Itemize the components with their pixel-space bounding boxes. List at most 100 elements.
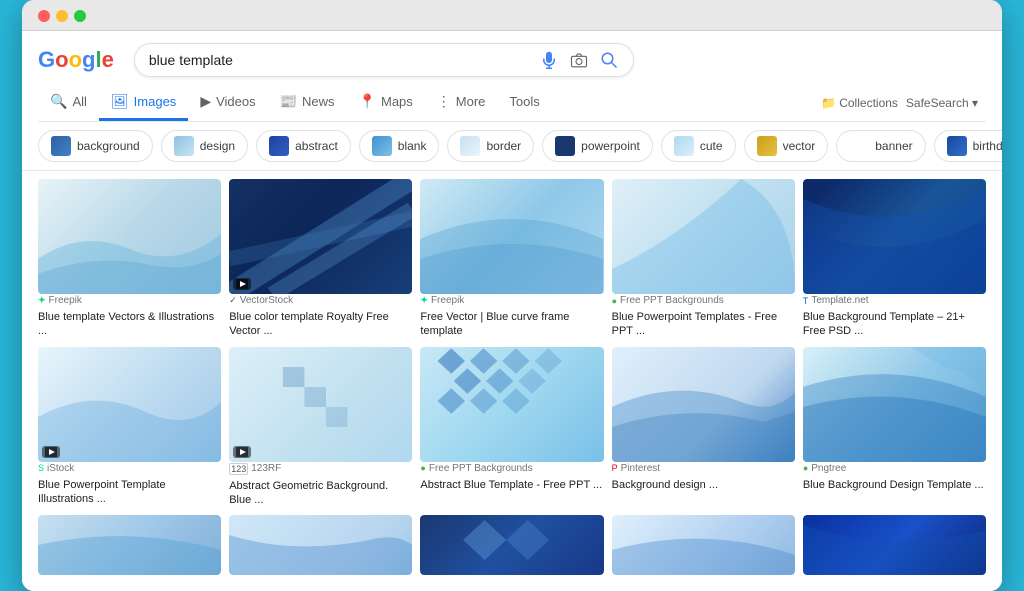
tab-more-label: More: [456, 94, 486, 109]
image-source-5: T Template.net: [803, 295, 986, 306]
image-caption-3: Free Vector | Blue curve frame template: [420, 310, 603, 339]
safesearch-button[interactable]: SafeSearch ▾: [906, 96, 978, 110]
image-thumb-10: [803, 347, 986, 462]
tab-news-label: News: [302, 94, 335, 109]
image-item-11[interactable]: [38, 515, 221, 575]
image-item-4[interactable]: ● Free PPT Backgrounds Blue Powerpoint T…: [612, 179, 795, 339]
image-item-14[interactable]: [612, 515, 795, 575]
image-source-label-4: Free PPT Backgrounds: [620, 295, 724, 306]
image-item-10[interactable]: ● Pngtree Blue Background Design Templat…: [803, 347, 986, 508]
image-source-label-5: Template.net: [811, 295, 868, 306]
chip-abstract-label: abstract: [295, 139, 338, 153]
collections-icon: 📁: [821, 96, 836, 110]
image-thumb-12: [229, 515, 412, 575]
image-source-7: 123 123RF: [229, 463, 412, 475]
nav-tabs: 🔍 All 🖼 Images ▶ Videos 📰 News: [38, 85, 552, 121]
search-input[interactable]: [149, 52, 539, 68]
video-icon-2: [233, 278, 251, 290]
google-header: Google: [22, 31, 1002, 122]
image-thumb-3: [420, 179, 603, 294]
chip-birthday-label: birthday: [973, 139, 1002, 153]
source-icon-6: S: [38, 463, 44, 473]
image-source-1: ✦ Freepik: [38, 295, 221, 306]
image-source-label-3: Freepik: [431, 295, 464, 306]
image-item-7[interactable]: 123 123RF Abstract Geometric Background.…: [229, 347, 412, 508]
chip-cute[interactable]: cute: [661, 130, 736, 162]
image-source-label-2: VectorStock: [240, 295, 293, 306]
image-thumb-6: [38, 347, 221, 462]
image-source-label-10: Pngtree: [811, 463, 846, 474]
image-caption-8: Abstract Blue Template - Free PPT ...: [420, 478, 603, 492]
chip-powerpoint-label: powerpoint: [581, 139, 640, 153]
collections-label: Collections: [839, 96, 898, 110]
chip-banner[interactable]: banner: [836, 130, 925, 162]
image-source-label-1: Freepik: [49, 295, 82, 306]
image-caption-1: Blue template Vectors & Illustrations ..…: [38, 310, 221, 339]
microphone-icon[interactable]: [539, 50, 559, 70]
image-item-6[interactable]: S iStock Blue Powerpoint Template Illust…: [38, 347, 221, 508]
nav-right: 📁 Collections SafeSearch ▾: [821, 96, 986, 110]
image-item-2[interactable]: ✓ VectorStock Blue color template Royalt…: [229, 179, 412, 339]
image-item-5[interactable]: T Template.net Blue Background Template …: [803, 179, 986, 339]
video-icon-7: [233, 446, 251, 458]
chip-design[interactable]: design: [161, 130, 248, 162]
chip-powerpoint[interactable]: powerpoint: [542, 130, 653, 162]
tab-images[interactable]: 🖼 Images: [99, 85, 188, 121]
tab-more[interactable]: ⋮ More: [425, 85, 498, 121]
image-thumb-1: [38, 179, 221, 294]
chip-birthday[interactable]: birthday: [934, 130, 1002, 162]
image-thumb-13: [420, 515, 603, 575]
traffic-light-fullscreen[interactable]: [74, 10, 86, 22]
chip-blank-label: blank: [398, 139, 427, 153]
collections-button[interactable]: 📁 Collections: [821, 96, 898, 110]
tools-button[interactable]: Tools: [497, 86, 551, 120]
chip-background-thumb: [51, 136, 71, 156]
traffic-light-close[interactable]: [38, 10, 50, 22]
source-icon-7: 123: [229, 463, 248, 475]
image-thumb-5: [803, 179, 986, 294]
image-item-8[interactable]: ● Free PPT Backgrounds Abstract Blue Tem…: [420, 347, 603, 508]
chip-design-thumb: [174, 136, 194, 156]
chip-banner-thumb: [849, 136, 869, 156]
image-item-15[interactable]: [803, 515, 986, 575]
image-item-13[interactable]: [420, 515, 603, 575]
tab-news[interactable]: 📰 News: [268, 85, 347, 121]
image-item-1[interactable]: ✦ Freepik Blue template Vectors & Illust…: [38, 179, 221, 339]
chip-vector-thumb: [757, 136, 777, 156]
chip-design-label: design: [200, 139, 235, 153]
tab-all-label: All: [72, 94, 86, 109]
traffic-light-minimize[interactable]: [56, 10, 68, 22]
tab-images-label: Images: [134, 94, 177, 109]
tab-maps-label: Maps: [381, 94, 413, 109]
source-icon-3: ✦: [420, 295, 428, 306]
tab-videos[interactable]: ▶ Videos: [188, 85, 267, 121]
camera-icon[interactable]: [569, 50, 589, 70]
search-icons: [539, 50, 619, 70]
search-bar: [134, 43, 634, 77]
search-button-icon[interactable]: [599, 50, 619, 70]
chip-blank[interactable]: blank: [359, 130, 440, 162]
image-thumb-8: [420, 347, 603, 462]
chip-blank-thumb: [372, 136, 392, 156]
image-source-label-8: Free PPT Backgrounds: [429, 463, 533, 474]
image-caption-7: Abstract Geometric Background. Blue ...: [229, 479, 412, 508]
chip-abstract[interactable]: abstract: [256, 130, 351, 162]
tab-maps[interactable]: 📍 Maps: [347, 85, 425, 121]
tab-all[interactable]: 🔍 All: [38, 85, 99, 121]
image-source-label-7: 123RF: [251, 463, 281, 474]
all-icon: 🔍: [50, 93, 67, 110]
image-item-12[interactable]: [229, 515, 412, 575]
chip-background[interactable]: background: [38, 130, 153, 162]
image-item-9[interactable]: P Pinterest Background design ...: [612, 347, 795, 508]
image-source-2: ✓ VectorStock: [229, 295, 412, 306]
google-logo: Google: [38, 47, 114, 73]
image-thumb-2: [229, 179, 412, 294]
image-caption-10: Blue Background Design Template ...: [803, 478, 986, 492]
chip-vector[interactable]: vector: [744, 130, 829, 162]
chip-banner-label: banner: [875, 139, 912, 153]
image-item-3[interactable]: ✦ Freepik Free Vector | Blue curve frame…: [420, 179, 603, 339]
chip-border[interactable]: border: [447, 130, 534, 162]
news-icon: 📰: [280, 93, 297, 110]
source-icon-1: ✦: [38, 295, 46, 306]
image-thumb-14: [612, 515, 795, 575]
